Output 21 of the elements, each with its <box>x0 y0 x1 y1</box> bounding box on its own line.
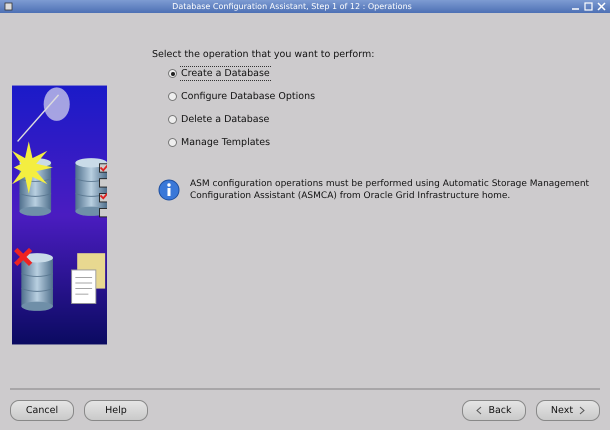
option-label[interactable]: Configure Database Options <box>180 89 316 104</box>
chevron-left-icon <box>476 406 482 414</box>
info-message: ASM configuration operations must be performed using Automatic Storage Management Configuration Assistant (ASMCA) from Oracle Grid Infrastructure home. <box>190 178 590 202</box>
info-icon <box>158 179 180 201</box>
option-label[interactable]: Delete a Database <box>180 112 270 127</box>
radio-button[interactable] <box>168 138 177 147</box>
nav-button[interactable]: Back <box>462 400 526 420</box>
app-icon <box>4 2 13 11</box>
prompt-text: Select the operation that you want to perform: <box>152 49 376 60</box>
window-title: Database Configuration Assistant, Step 1 of 12 : Operations <box>171 2 413 11</box>
nav-button[interactable]: Next <box>536 400 600 420</box>
footer-button[interactable]: Cancel <box>10 400 74 420</box>
radio-button[interactable] <box>168 69 177 78</box>
chevron-right-icon <box>579 406 586 414</box>
close-icon[interactable] <box>597 2 606 11</box>
option-label[interactable]: Manage Templates <box>180 135 272 150</box>
radio-button[interactable] <box>168 115 177 124</box>
footer-button[interactable]: Help <box>84 400 148 420</box>
option-label[interactable]: Create a Database <box>180 66 271 81</box>
radio-button[interactable] <box>168 92 177 101</box>
maximize-icon[interactable] <box>584 2 593 11</box>
